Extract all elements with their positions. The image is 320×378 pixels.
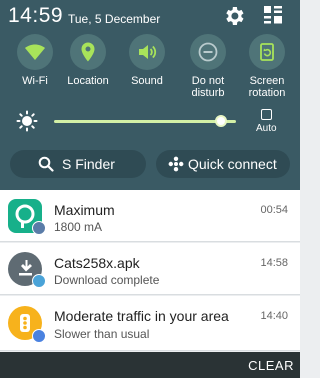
do-not-disturb-icon xyxy=(198,42,218,62)
notification-subtitle: Download complete xyxy=(54,273,160,287)
sound-icon xyxy=(139,45,157,59)
auto-brightness-checkbox[interactable] xyxy=(261,109,272,120)
notification-subtitle: 1800 mA xyxy=(54,220,103,234)
search-icon xyxy=(38,156,54,172)
toggle-label: Screen rotation xyxy=(248,75,286,99)
notification-battery[interactable]: Maximum 1800 mA 00:54 xyxy=(0,190,300,242)
clear-button[interactable]: CLEAR xyxy=(248,358,294,373)
s-finder-button[interactable]: S Finder xyxy=(10,150,146,178)
toggle-screen-rotation[interactable]: Screen rotation xyxy=(236,34,298,102)
brightness-slider[interactable] xyxy=(54,120,236,123)
app-badge-icon xyxy=(32,221,46,235)
quick-connect-button[interactable]: Quick connect xyxy=(156,150,290,178)
quick-toggles: Wi-Fi Location Sound Do not disturb Scre… xyxy=(0,34,300,102)
notification-traffic[interactable]: Moderate traffic in your area Slower tha… xyxy=(0,296,300,351)
clock-time: 14:59 xyxy=(8,4,64,27)
toggle-label: Do not disturb xyxy=(191,75,225,99)
maps-badge-icon xyxy=(32,329,46,343)
notification-footer: CLEAR xyxy=(0,352,300,378)
notification-title: Maximum xyxy=(54,202,115,218)
toggle-location[interactable]: Location xyxy=(57,34,119,102)
notification-time: 14:40 xyxy=(260,310,288,322)
notification-time: 00:54 xyxy=(260,204,288,216)
toggle-label: Location xyxy=(67,75,109,87)
notification-time: 14:58 xyxy=(260,257,288,269)
brightness-control: Auto xyxy=(0,106,300,140)
edit-grid-icon[interactable] xyxy=(262,4,284,26)
auto-brightness-label: Auto xyxy=(256,123,277,134)
toggle-label: Sound xyxy=(131,75,163,87)
toggle-do-not-disturb[interactable]: Do not disturb xyxy=(177,34,239,102)
s-finder-label: S Finder xyxy=(62,156,115,172)
notification-title: Cats258x.apk xyxy=(54,255,140,271)
brightness-sun-icon xyxy=(16,110,38,132)
date-label: Tue, 5 December xyxy=(68,12,161,26)
brightness-slider-thumb[interactable] xyxy=(215,115,228,127)
notification-subtitle: Slower than usual xyxy=(54,327,150,341)
check-badge-icon xyxy=(32,274,46,288)
notification-title: Moderate traffic in your area xyxy=(54,308,229,324)
notification-download[interactable]: Cats258x.apk Download complete 14:58 xyxy=(0,243,300,295)
status-bar: 14:59 Tue, 5 December xyxy=(0,0,300,34)
quick-connect-icon xyxy=(168,156,184,172)
wifi-icon xyxy=(25,44,45,60)
quick-connect-label: Quick connect xyxy=(188,156,277,172)
location-icon xyxy=(81,42,95,62)
settings-gear-icon[interactable] xyxy=(222,4,246,28)
toggle-sound[interactable]: Sound xyxy=(116,34,178,102)
screen-rotation-icon xyxy=(260,43,274,61)
